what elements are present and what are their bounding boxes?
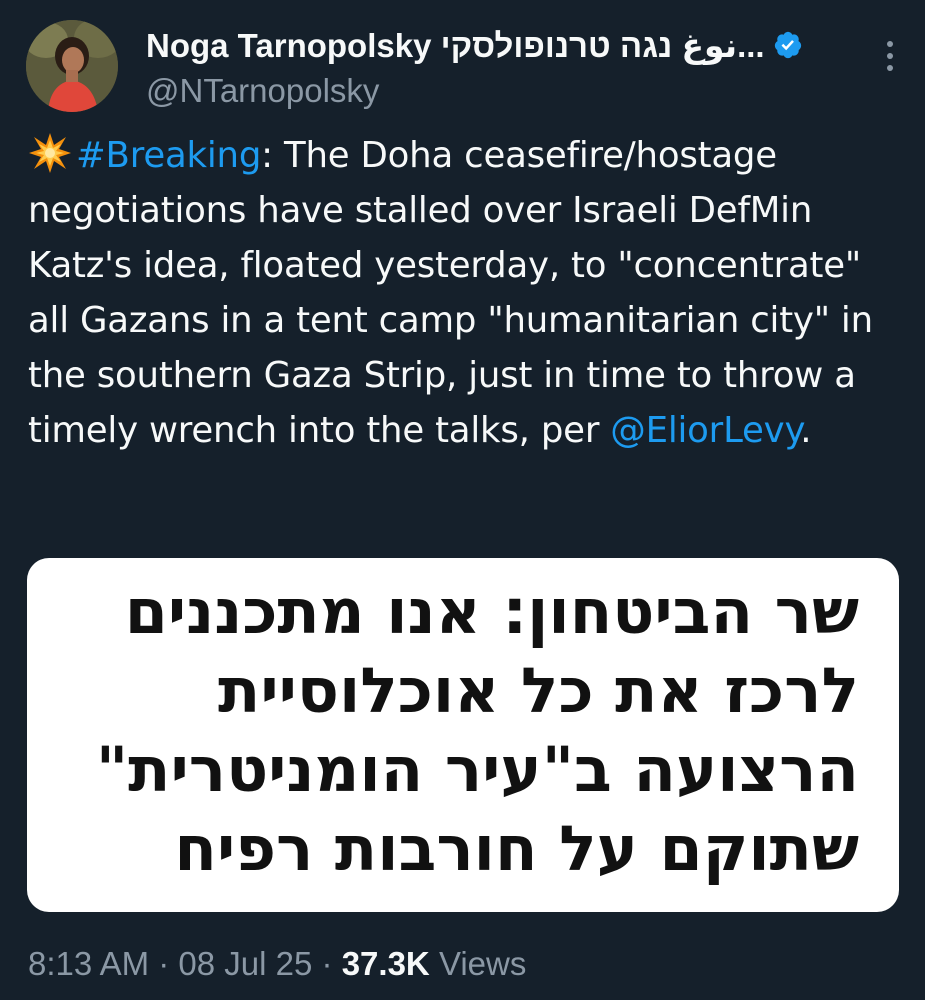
tweet-text-end: .: [800, 410, 812, 451]
display-name[interactable]: Noga Tarnopolsky نوغ נגה טרנופולסקי...: [146, 26, 765, 65]
tweet-header: Noga Tarnopolsky نوغ נגה טרנופולסקי... @…: [26, 18, 906, 112]
image-text-line: שר הביטחון: אנו מתכננים: [124, 575, 859, 648]
separator: ·: [321, 945, 333, 982]
attached-image[interactable]: שר הביטחון: אנו מתכננים לרכז את כל אוכלו…: [27, 558, 899, 912]
mention-link[interactable]: @EliorLevy: [610, 410, 800, 451]
tweet-date[interactable]: 08 Jul 25: [178, 945, 312, 982]
avatar[interactable]: [26, 20, 118, 112]
image-text-line: שתוקם על חורבות רפיח: [174, 812, 859, 885]
image-text: שר הביטחון: אנו מתכננים לרכז את כל אוכלו…: [96, 572, 859, 888]
verified-badge-icon: [774, 31, 801, 59]
collision-emoji-icon: [29, 133, 71, 173]
more-options-icon[interactable]: [880, 36, 900, 76]
image-text-line: לרכז את כל אוכלוסיית: [218, 654, 859, 727]
views-count: 37.3K: [341, 945, 430, 982]
separator: ·: [158, 945, 170, 982]
tweet-meta: 8:13 AM · 08 Jul 25 · 37.3K Views: [28, 945, 526, 983]
tweet-text-main: : The Doha ceasefire/hostage negotiation…: [28, 135, 873, 451]
hashtag-link[interactable]: #Breaking: [76, 135, 261, 176]
views-label: Views: [438, 945, 527, 982]
image-text-line: הרצועה ב"עיר הומניטרית": [95, 733, 859, 806]
tweet-time[interactable]: 8:13 AM: [28, 945, 149, 982]
author-info: Noga Tarnopolsky نوغ נגה טרנופולסקי... @…: [146, 24, 866, 110]
tweet-body: #Breaking: The Doha ceasefire/hostage ne…: [28, 128, 898, 458]
author-handle[interactable]: @NTarnopolsky: [146, 72, 866, 110]
